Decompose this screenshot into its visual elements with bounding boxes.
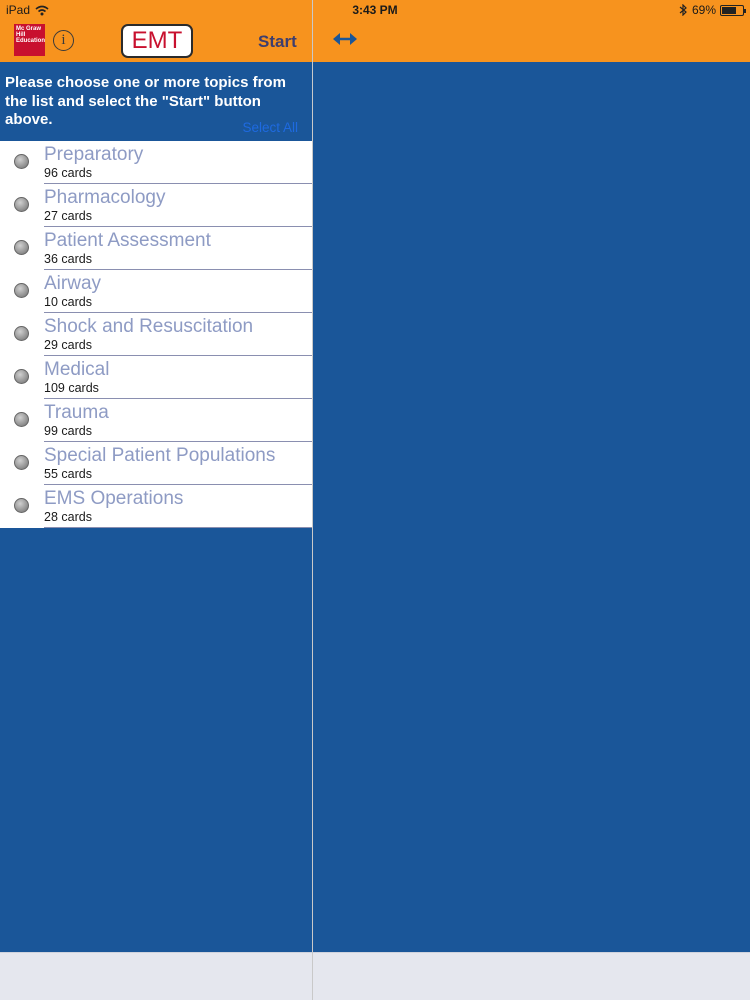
bluetooth-icon	[679, 4, 687, 16]
status-bar: iPad 3:43 PM 69%	[0, 0, 750, 20]
info-icon[interactable]: i	[53, 30, 74, 51]
expand-arrows-icon[interactable]	[332, 30, 358, 48]
radio-button[interactable]	[14, 240, 29, 255]
topic-card-count: 27 cards	[44, 209, 92, 223]
topic-card-count: 10 cards	[44, 295, 92, 309]
topic-title: Airway	[44, 273, 102, 294]
topic-row[interactable]: Trauma 99 cards	[0, 399, 312, 442]
topic-card-count: 36 cards	[44, 252, 92, 266]
topic-row[interactable]: Pharmacology 27 cards	[0, 184, 312, 227]
topic-card-count: 29 cards	[44, 338, 92, 352]
battery-icon	[720, 4, 746, 16]
topic-row[interactable]: Airway 10 cards	[0, 270, 312, 313]
topic-list: Preparatory 96 cards Pharmacology 27 cards P…	[0, 141, 312, 528]
topic-card-count: 55 cards	[44, 467, 92, 481]
radio-button[interactable]	[14, 455, 29, 470]
select-all-button[interactable]: Select All	[242, 120, 298, 135]
topic-row[interactable]: Preparatory 96 cards	[0, 141, 312, 184]
start-button[interactable]: Start	[258, 32, 297, 52]
row-separator	[44, 527, 312, 528]
radio-button[interactable]	[14, 154, 29, 169]
topic-title: Trauma	[44, 402, 109, 423]
topic-card-count: 28 cards	[44, 510, 92, 524]
top-bar: iPad 3:43 PM 69% Mc Graw Hill Education …	[0, 0, 750, 62]
topic-title: Shock and Resuscitation	[44, 316, 254, 337]
battery-percent: 69%	[691, 3, 716, 17]
mcgraw-hill-logo: Mc Graw Hill Education	[14, 24, 45, 56]
topic-title: Pharmacology	[44, 187, 166, 208]
topic-card-count: 96 cards	[44, 166, 92, 180]
radio-button[interactable]	[14, 283, 29, 298]
logo-text: Mc Graw Hill Education	[16, 26, 46, 44]
topic-title: Patient Assessment	[44, 230, 211, 251]
radio-button[interactable]	[14, 326, 29, 341]
topic-row[interactable]: EMS Operations 28 cards	[0, 485, 312, 528]
radio-button[interactable]	[14, 369, 29, 384]
radio-button[interactable]	[14, 412, 29, 427]
status-right: 69%	[679, 3, 746, 17]
topic-card-count: 109 cards	[44, 381, 99, 395]
app-title-badge: EMT	[121, 24, 193, 58]
status-time: 3:43 PM	[352, 3, 398, 17]
topic-row[interactable]: Patient Assessment 36 cards	[0, 227, 312, 270]
topic-title: EMS Operations	[44, 488, 184, 509]
battery-fill	[722, 6, 736, 14]
bottom-toolbar	[0, 952, 750, 1000]
split-divider	[312, 0, 313, 1000]
topic-title: Medical	[44, 359, 110, 380]
radio-button[interactable]	[14, 498, 29, 513]
topic-title: Preparatory	[44, 144, 144, 165]
topic-row[interactable]: Shock and Resuscitation 29 cards	[0, 313, 312, 356]
topic-row[interactable]: Medical 109 cards	[0, 356, 312, 399]
topic-title: Special Patient Populations	[44, 445, 276, 466]
topic-row[interactable]: Special Patient Populations 55 cards	[0, 442, 312, 485]
topic-card-count: 99 cards	[44, 424, 92, 438]
radio-button[interactable]	[14, 197, 29, 212]
